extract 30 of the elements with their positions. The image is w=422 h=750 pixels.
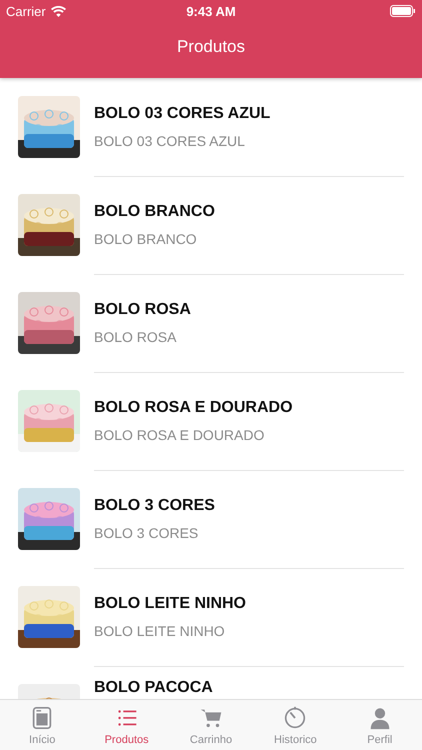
product-description: BOLO BRANCO [94,230,198,246]
product-row[interactable]: BOLO ROSA BOLO ROSA [0,274,422,372]
product-name: BOLO 3 CORES [94,496,216,514]
product-row[interactable]: BOLO 03 CORES AZUL BOLO 03 CORES AZUL [0,78,422,176]
carrier-label: Carrier [6,4,46,18]
product-name: BOLO BRANCO [94,202,216,220]
product-name: BOLO 03 CORES AZUL [94,104,272,122]
product-description: BOLO LEITE NINHO [94,622,226,638]
product-name: BOLO PACOCA [94,678,214,696]
tab-item[interactable]: Produtos [84,700,169,750]
wifi-icon [50,6,66,16]
product-description: BOLO 03 CORES AZUL [94,132,246,148]
status-time: 9:43 AM [186,4,236,18]
product-row[interactable]: BOLO ROSA E DOURADO BOLO ROSA E DOURADO [0,372,422,470]
product-name: BOLO LEITE NINHO [94,594,247,612]
product-row[interactable]: BOLO LEITE NINHO BOLO LEITE NINHO [0,568,422,666]
product-name: BOLO ROSA E DOURADO [94,398,294,416]
product-row[interactable]: BOLO 3 CORES BOLO 3 CORES [0,470,422,568]
product-description: BOLO ROSA E DOURADO [94,426,266,442]
list-icon [118,710,136,726]
product-name: BOLO ROSA [94,300,192,318]
product-description: BOLO 3 CORES [94,524,200,540]
device-icon [33,706,52,730]
cart-icon [200,710,222,728]
product-row[interactable]: BOLO BRANCO BOLO BRANCO [0,176,422,274]
battery-icon [390,5,416,17]
screen-title: Produtos [176,37,246,57]
timer-icon [285,706,306,728]
product-description: BOLO ROSA [94,328,178,344]
person-icon [370,708,390,730]
